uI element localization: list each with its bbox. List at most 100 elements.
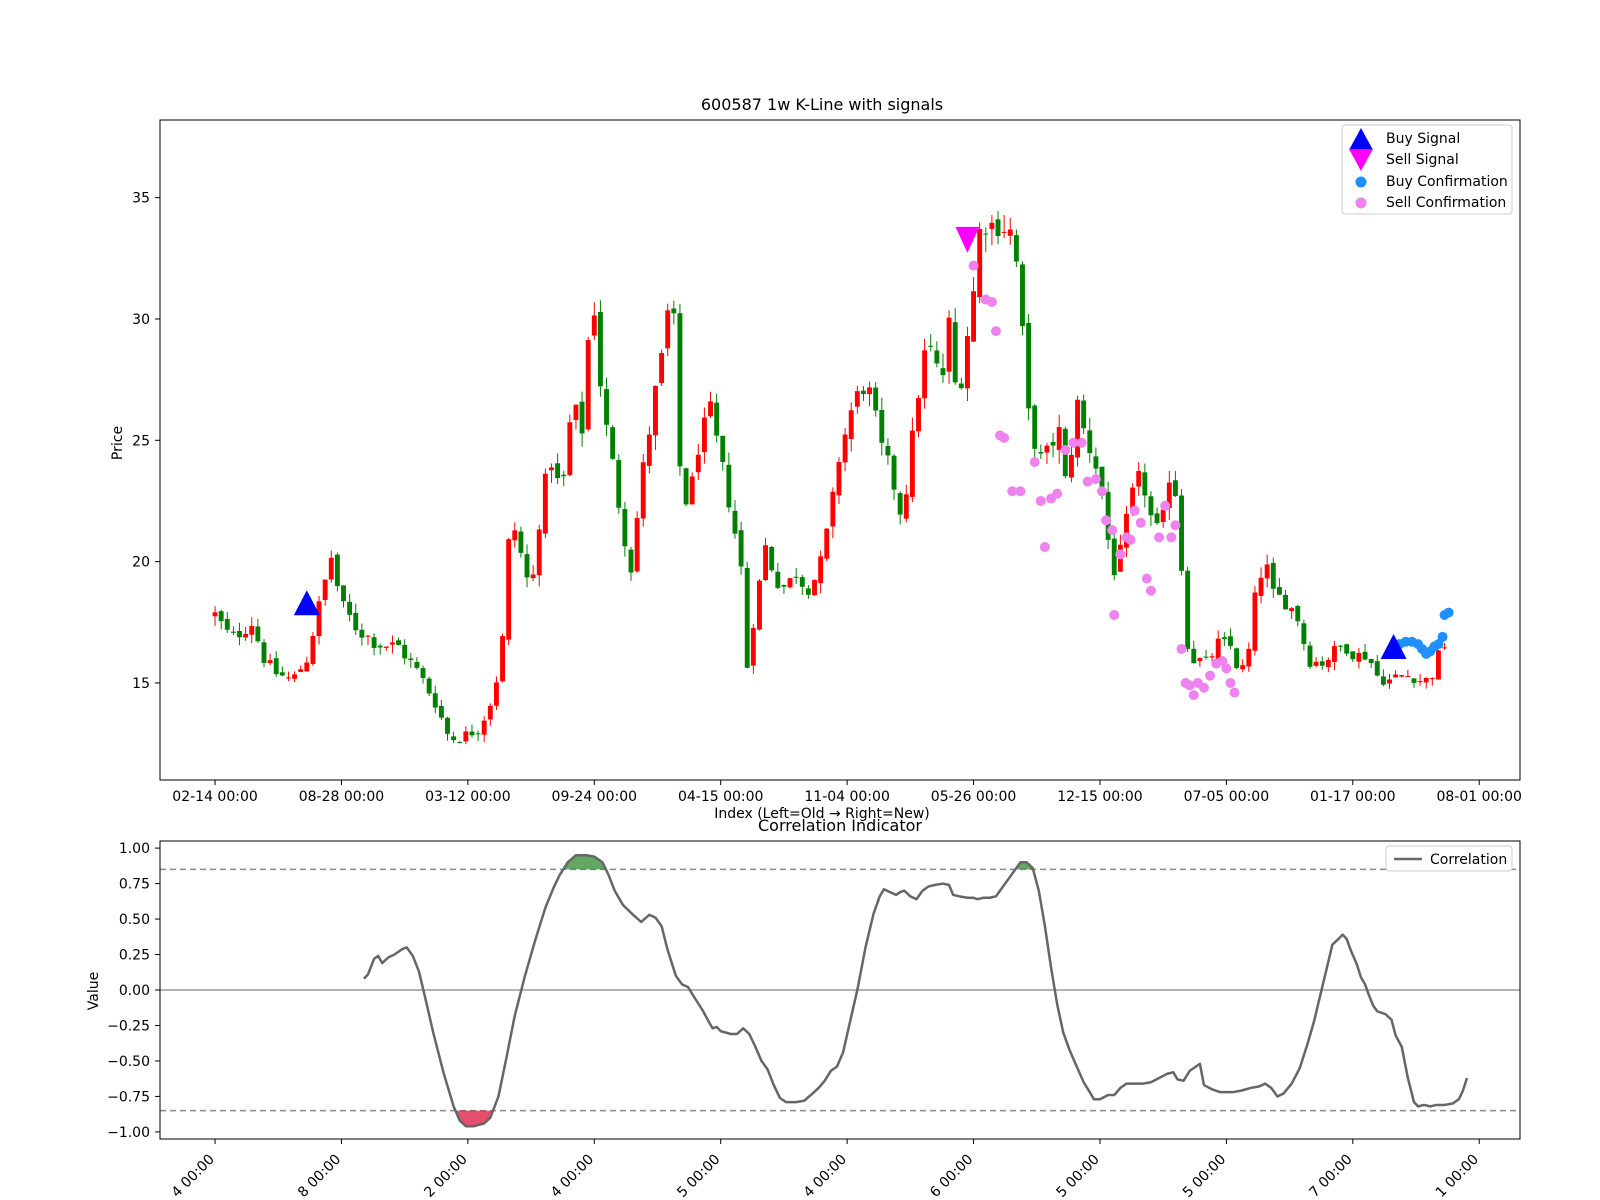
- candle-body: [389, 642, 395, 645]
- candle-body: [836, 461, 842, 496]
- figure: 600587 1w K-Line with signals Price Inde…: [86, 95, 1522, 1200]
- sell-confirmation-point: [1107, 525, 1118, 536]
- legend-buy-signal: Buy Signal: [1386, 131, 1460, 147]
- correlation-y-ticks: 1.00 0.75 0.50 0.25 0.00 −0.25 −0.50 −0.75 −1.00: [107, 841, 160, 1141]
- correlation-y-tick-label: 1.00: [119, 841, 150, 857]
- kline-y-tick-label: 25: [132, 433, 150, 449]
- sell-confirmation-point: [1109, 610, 1120, 620]
- candle-body: [854, 391, 860, 407]
- sell-confirmation-point: [1035, 495, 1046, 506]
- candle-body: [1380, 676, 1386, 685]
- candle-body: [475, 733, 481, 735]
- sell-confirmation-point: [1129, 505, 1140, 516]
- sell-confirmation-point: [1141, 573, 1152, 584]
- correlation-y-tick-label: −1.00: [107, 1125, 150, 1141]
- kline-x-tick-label: 05-26 00:00: [931, 789, 1016, 805]
- kline-x-tick-label: 04-15 00:00: [678, 789, 763, 805]
- sell-confirmation-point: [1229, 687, 1240, 698]
- candle-body: [567, 422, 573, 476]
- candle-body: [665, 310, 671, 349]
- candle-body: [1307, 645, 1313, 667]
- candle-body: [799, 577, 805, 587]
- candle-body: [940, 368, 946, 376]
- candle-body: [237, 630, 242, 638]
- sell-confirmation-point: [1052, 488, 1063, 499]
- candle-body: [671, 308, 677, 314]
- correlation-y-tick-label: 0.00: [119, 983, 150, 999]
- candle-body: [634, 517, 640, 572]
- candle-body: [420, 668, 426, 678]
- candle-body: [1387, 679, 1392, 684]
- candle-body: [922, 350, 928, 399]
- candle-body: [445, 717, 450, 734]
- candle-body: [775, 571, 781, 588]
- correlation-title: Correlation Indicator: [758, 816, 922, 835]
- candle-body: [683, 468, 689, 505]
- candle-body: [243, 633, 249, 638]
- candle-body: [224, 619, 230, 630]
- candle-body: [1050, 441, 1056, 446]
- candle-body: [1215, 638, 1221, 659]
- sell-confirmation-point: [1076, 437, 1087, 448]
- candle-body: [1160, 509, 1166, 522]
- candle-body: [487, 705, 493, 720]
- sell-confirmation-point: [1198, 682, 1209, 693]
- candle-body: [493, 682, 499, 706]
- buy-signal-marker: [293, 590, 320, 616]
- candle-body: [1087, 430, 1093, 454]
- candle-body: [763, 545, 769, 581]
- candle-body: [304, 662, 310, 672]
- candle-body: [506, 539, 512, 640]
- kline-x-tick-label: 07-05 00:00: [1184, 789, 1269, 805]
- correlation-lines: [160, 853, 1520, 1128]
- sell-confirmation-point: [1225, 677, 1236, 688]
- candle-body: [1026, 322, 1032, 409]
- candle-body: [873, 387, 879, 411]
- correlation-x-tick-label: 2 00:00: [421, 1152, 470, 1200]
- oversold-fill: [455, 1110, 494, 1127]
- buy-confirmation-point: [1437, 631, 1448, 642]
- candle-body: [1338, 645, 1344, 647]
- sell-confirmation-point: [1205, 670, 1216, 681]
- candle-body: [230, 631, 236, 633]
- candle-body: [1289, 608, 1295, 612]
- candle-body: [1221, 637, 1227, 640]
- candle-body: [1191, 648, 1197, 664]
- candle-body: [628, 549, 634, 573]
- candle-body: [1013, 235, 1019, 262]
- candle-body: [212, 612, 218, 617]
- candle-body: [426, 678, 432, 694]
- sell-confirmation-point: [1097, 486, 1108, 497]
- correlation-y-tick-label: −0.75: [107, 1089, 150, 1105]
- legend-correlation: Correlation: [1430, 852, 1507, 868]
- candle-body: [989, 222, 995, 229]
- candle-body: [1295, 605, 1301, 622]
- candle-body: [1001, 231, 1007, 233]
- correlation-x-tick-label: 5 00:00: [1054, 1152, 1103, 1200]
- correlation-x-tick-label: 5 00:00: [674, 1152, 723, 1200]
- correlation-x-tick-label: 1 00:00: [1433, 1152, 1482, 1200]
- candle-body: [1442, 647, 1448, 649]
- candle-body: [1228, 636, 1233, 646]
- candle-body: [726, 464, 732, 508]
- candle-body: [732, 510, 738, 534]
- legend-sell-signal: Sell Signal: [1386, 152, 1459, 168]
- candle-body: [952, 322, 958, 383]
- candle-body: [720, 435, 726, 462]
- correlation-y-tick-label: 0.50: [119, 912, 150, 928]
- candle-body: [983, 233, 989, 235]
- candle-body: [744, 568, 750, 668]
- candle-body: [261, 642, 267, 663]
- candle-body: [738, 530, 744, 567]
- sell-confirmation-point: [968, 260, 979, 271]
- candle-body: [708, 401, 713, 417]
- candle-body: [1313, 661, 1319, 666]
- sell-confirmation-point: [1060, 445, 1071, 455]
- candle-body: [292, 674, 298, 679]
- correlation-x-ticks: 4 00:00 8 00:00 2 00:00 4 00:00 5 00:00 4 00:…: [169, 1139, 1482, 1200]
- candle-body: [530, 574, 536, 579]
- candle-body: [536, 529, 542, 576]
- candle-body: [1197, 658, 1203, 662]
- kline-x-tick-label: 02-14 00:00: [172, 789, 257, 805]
- candle-body: [769, 546, 775, 571]
